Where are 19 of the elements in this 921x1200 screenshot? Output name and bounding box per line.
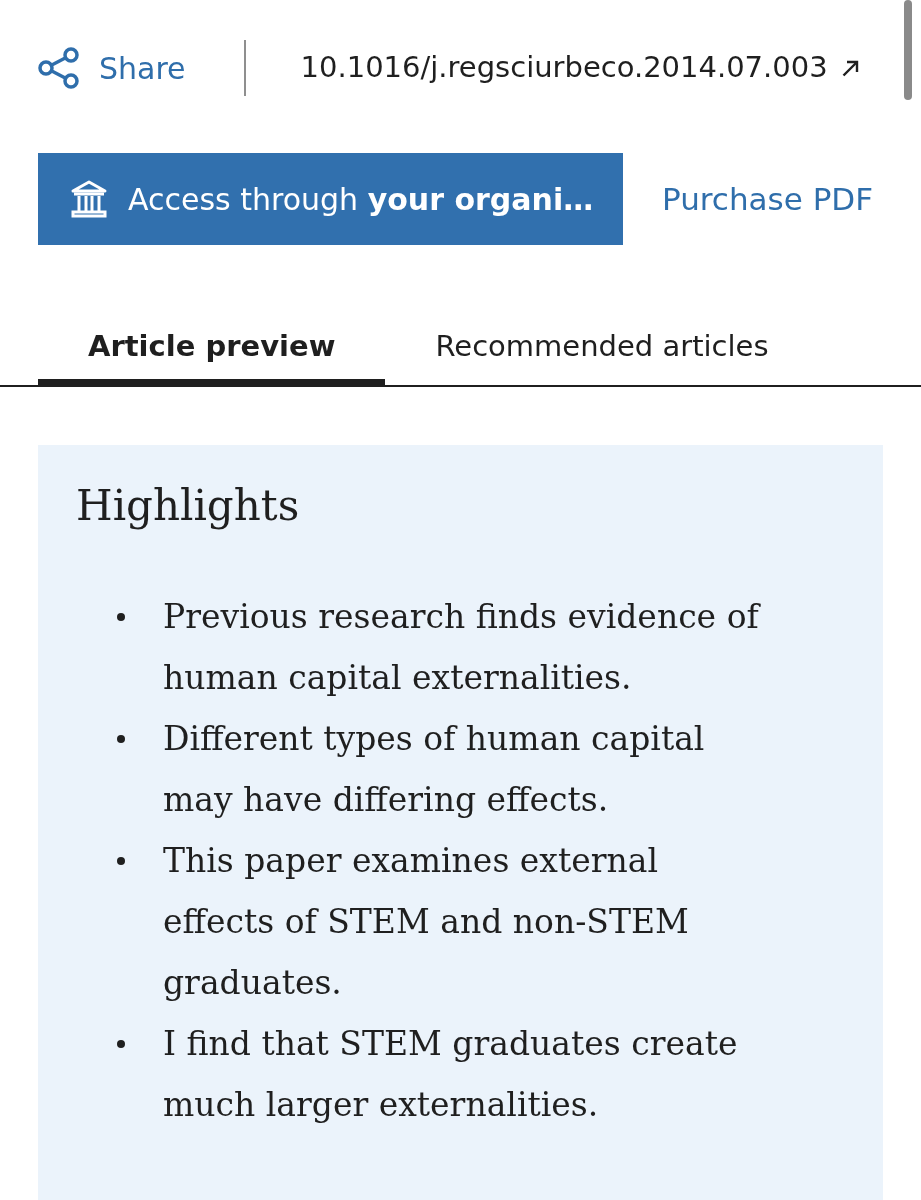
bullet-icon — [117, 1040, 125, 1048]
highlight-text: This paper examines external effects of STEM and non-STEM graduates. — [163, 840, 690, 1004]
access-button[interactable]: Access through your organi… — [38, 153, 623, 245]
bullet-icon — [117, 857, 125, 865]
highlight-text: Different types of human capital may have differing effects. — [163, 718, 706, 821]
highlight-text: I find that STEM graduates create much larger externalities. — [163, 1023, 739, 1126]
bullet-icon — [117, 613, 125, 621]
external-link-icon — [841, 59, 859, 77]
highlights-heading: Highlights — [76, 481, 301, 531]
share-link[interactable]: Share — [38, 45, 186, 91]
bullet-icon — [117, 735, 125, 743]
purchase-pdf-link[interactable]: Purchase PDF — [662, 175, 874, 223]
bank-icon — [70, 180, 108, 218]
tab[interactable]: Recommended articles — [385, 315, 819, 385]
scrollbar-thumb[interactable] — [904, 0, 912, 100]
share-icon — [38, 47, 80, 89]
tab[interactable]: Article preview — [38, 315, 386, 385]
doi-link[interactable]: 10.1016/j.regsciurbeco.2014.07.003 — [300, 46, 859, 90]
highlight-text: Previous research finds evidence of human capital externalities. — [163, 596, 762, 699]
